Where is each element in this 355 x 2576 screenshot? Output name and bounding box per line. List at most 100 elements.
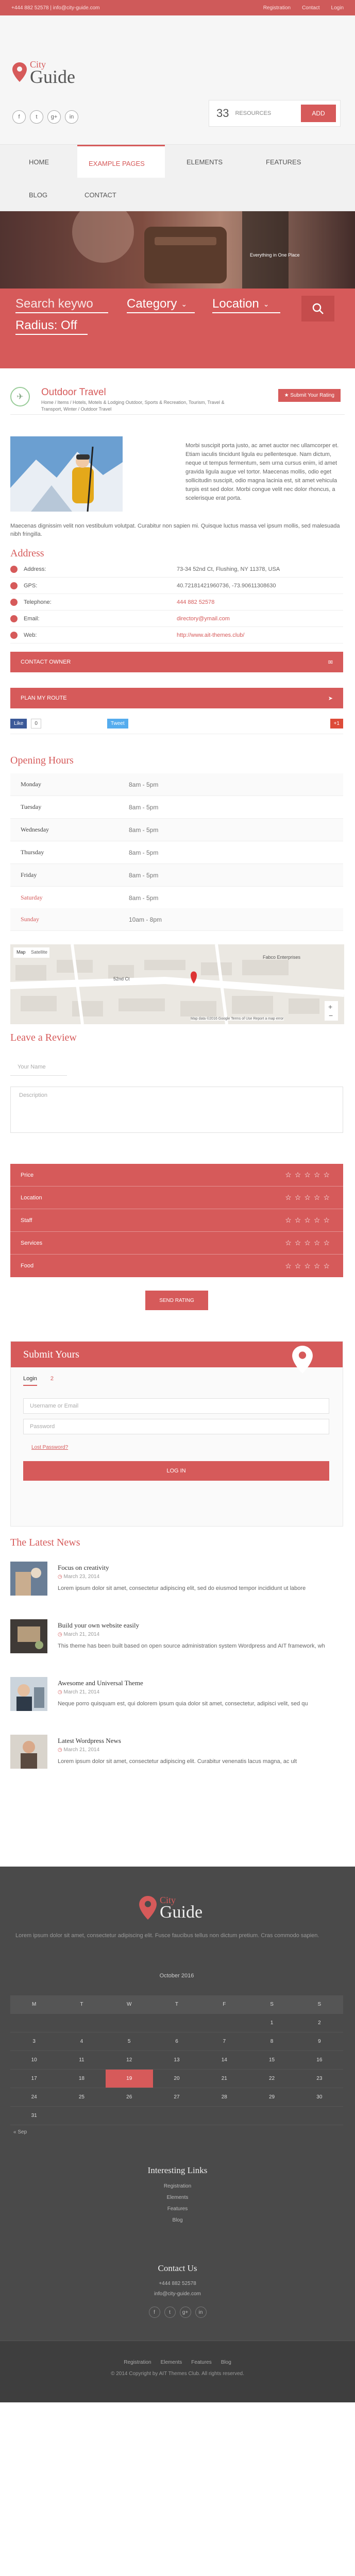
star-rating[interactable]: ☆☆☆☆☆: [285, 1193, 333, 1202]
calendar-day[interactable]: 13: [153, 2051, 201, 2070]
calendar-day[interactable]: 18: [58, 2070, 106, 2088]
calendar-day[interactable]: 30: [295, 2088, 343, 2107]
radius-select[interactable]: Radius: Off: [15, 317, 88, 335]
star-rating[interactable]: ☆☆☆☆☆: [285, 1171, 333, 1179]
news-title[interactable]: Build your own website easily: [58, 1621, 139, 1630]
password-input[interactable]: Password: [23, 1419, 329, 1434]
nav-blog[interactable]: BLOG: [29, 191, 47, 199]
calendar-day[interactable]: 15: [248, 2051, 296, 2070]
bottom-link-elements[interactable]: Elements: [161, 2360, 182, 2365]
tab-login[interactable]: Login: [23, 1376, 37, 1386]
calendar-day[interactable]: 26: [105, 2088, 153, 2107]
telephone-value[interactable]: 444 882 52578: [177, 599, 214, 605]
calendar-day[interactable]: 28: [200, 2088, 248, 2107]
nav-example-pages[interactable]: EXAMPLE PAGES: [77, 145, 165, 178]
calendar-day[interactable]: 21: [200, 2070, 248, 2088]
email-value[interactable]: directory@ymail.com: [177, 616, 230, 622]
footer-email[interactable]: info@city-guide.com: [0, 2289, 355, 2299]
top-link-registration[interactable]: Registration: [263, 5, 291, 11]
calendar-day[interactable]: 2: [295, 2014, 343, 2032]
nav-home[interactable]: HOME: [29, 158, 49, 166]
review-description-input[interactable]: Description: [10, 1087, 343, 1133]
category-select[interactable]: Category ⌄: [127, 296, 195, 313]
google-plus-icon[interactable]: g+: [179, 2307, 191, 2318]
calendar-day[interactable]: 6: [153, 2032, 201, 2051]
footer-logo[interactable]: City Guide: [139, 1895, 202, 1921]
top-link-login[interactable]: Login: [331, 5, 344, 11]
calendar-day[interactable]: 8: [248, 2032, 296, 2051]
tweet-button[interactable]: Tweet: [107, 719, 128, 728]
contact-owner-button[interactable]: CONTACT OWNER ✉: [10, 652, 343, 672]
calendar-day[interactable]: 12: [105, 2051, 153, 2070]
submit-rating-button[interactable]: ★ Submit Your Rating: [278, 389, 341, 402]
calendar-day[interactable]: 3: [10, 2032, 58, 2051]
bottom-link-features[interactable]: Features: [191, 2360, 211, 2365]
calendar-prev-link[interactable]: « Sep: [13, 2129, 27, 2135]
calendar-day[interactable]: 9: [295, 2032, 343, 2051]
nav-elements[interactable]: ELEMENTS: [187, 158, 223, 166]
username-input[interactable]: Username or Email: [23, 1398, 329, 1414]
calendar-day[interactable]: 4: [58, 2032, 106, 2051]
calendar-day[interactable]: 29: [248, 2088, 296, 2107]
logo[interactable]: City Guide: [12, 60, 75, 86]
star-rating[interactable]: ☆☆☆☆☆: [285, 1216, 333, 1225]
send-rating-button[interactable]: SEND RATING: [145, 1291, 208, 1310]
calendar-day[interactable]: 14: [200, 2051, 248, 2070]
footer-link-blog[interactable]: Blog: [172, 2217, 182, 2223]
calendar-day[interactable]: 16: [295, 2051, 343, 2070]
calendar-day[interactable]: 24: [10, 2088, 58, 2107]
facebook-icon[interactable]: f: [148, 2307, 160, 2318]
footer-link-features[interactable]: Features: [167, 2206, 188, 2212]
calendar-day[interactable]: 5: [105, 2032, 153, 2051]
listing-photo[interactable]: [10, 436, 123, 512]
breadcrumb[interactable]: Home / Items / Hotels, Motels & Lodging …: [41, 399, 237, 413]
facebook-icon[interactable]: f: [12, 110, 26, 124]
bottom-link-blog[interactable]: Blog: [221, 2360, 231, 2365]
review-name-input[interactable]: Your Name: [10, 1059, 67, 1076]
calendar-day[interactable]: 23: [295, 2070, 343, 2088]
nav-features[interactable]: FEATURES: [266, 158, 301, 166]
add-resource-button[interactable]: ADD: [301, 105, 336, 122]
google-plus-button[interactable]: +1: [330, 719, 343, 728]
calendar-day[interactable]: 17: [10, 2070, 58, 2088]
calendar-day[interactable]: 20: [153, 2070, 201, 2088]
tab-register[interactable]: 2: [50, 1376, 54, 1386]
calendar-day[interactable]: 25: [58, 2088, 106, 2107]
login-button[interactable]: LOG IN: [23, 1461, 329, 1481]
lost-password-link[interactable]: Lost Password?: [31, 1445, 68, 1450]
map-tab-satellite[interactable]: Satellite: [31, 950, 47, 955]
search-button[interactable]: [301, 296, 334, 321]
calendar-day[interactable]: 31: [10, 2107, 58, 2125]
zoom-out-icon[interactable]: −: [329, 1011, 333, 1020]
top-link-contact[interactable]: Contact: [302, 5, 319, 11]
twitter-icon[interactable]: t: [164, 2307, 176, 2318]
plan-route-button[interactable]: PLAN MY ROUTE ➤: [10, 688, 343, 708]
search-input[interactable]: Search keywo: [15, 296, 108, 313]
web-value[interactable]: http://www.ait-themes.club/: [177, 632, 244, 638]
twitter-icon[interactable]: t: [30, 110, 43, 124]
linkedin-icon[interactable]: in: [65, 110, 78, 124]
calendar-day[interactable]: 1: [248, 2014, 296, 2032]
news-title[interactable]: Awesome and Universal Theme: [58, 1679, 143, 1687]
calendar-day[interactable]: 22: [248, 2070, 296, 2088]
zoom-in-icon[interactable]: +: [328, 1003, 332, 1011]
calendar-day[interactable]: 27: [153, 2088, 201, 2107]
location-select[interactable]: Location ⌄: [212, 296, 280, 313]
calendar-day[interactable]: 19: [105, 2070, 153, 2088]
footer-link-registration[interactable]: Registration: [164, 2183, 191, 2189]
news-title[interactable]: Latest Wordpress News: [58, 1737, 121, 1745]
calendar-day[interactable]: 11: [58, 2051, 106, 2070]
star-rating[interactable]: ☆☆☆☆☆: [285, 1262, 333, 1270]
footer-link-elements[interactable]: Elements: [167, 2195, 189, 2200]
map-tab-map[interactable]: Map: [16, 950, 26, 955]
nav-contact[interactable]: CONTACT: [84, 191, 116, 199]
bottom-link-registration[interactable]: Registration: [124, 2360, 151, 2365]
linkedin-icon[interactable]: in: [195, 2307, 207, 2318]
facebook-like-button[interactable]: Like: [10, 719, 27, 728]
calendar-day[interactable]: 10: [10, 2051, 58, 2070]
google-plus-icon[interactable]: g+: [47, 110, 61, 124]
calendar-day[interactable]: 7: [200, 2032, 248, 2051]
location-map[interactable]: Map Satellite 52nd Ct Fabco Enterprises …: [10, 944, 344, 1024]
star-rating[interactable]: ☆☆☆☆☆: [285, 1239, 333, 1247]
news-title[interactable]: Focus on creativity: [58, 1564, 109, 1572]
